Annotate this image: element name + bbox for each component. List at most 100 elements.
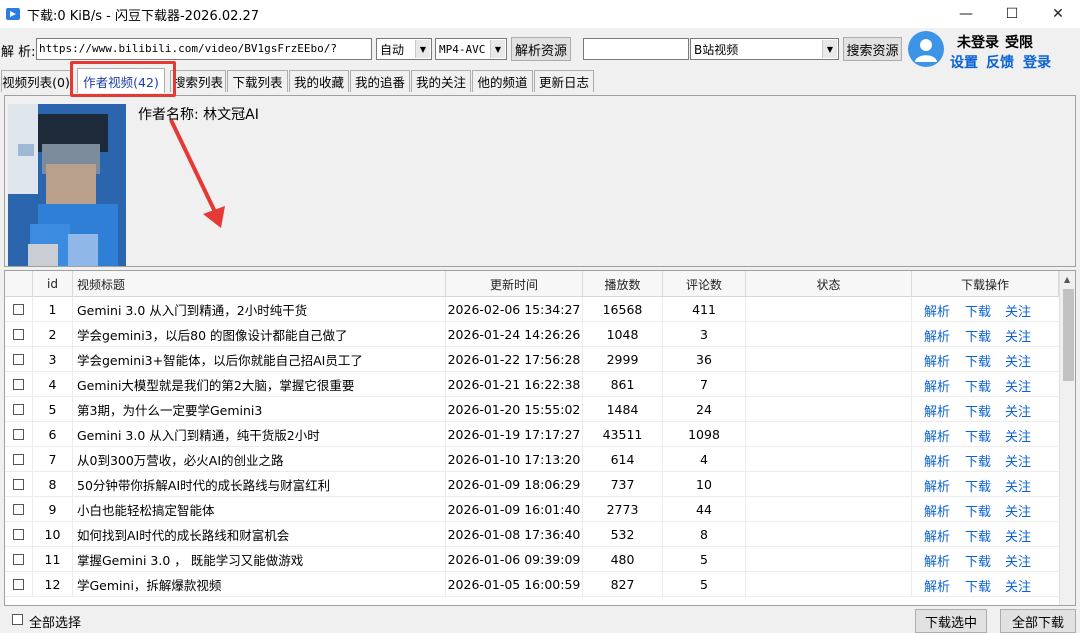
follow-link[interactable]: 关注 xyxy=(1005,451,1031,470)
download-all-button[interactable]: 全部下载 xyxy=(1000,609,1076,633)
tab-changelog[interactable]: 更新日志 xyxy=(534,70,594,92)
table-row[interactable]: 5 第3期，为什么一定要学Gemini3 2026-01-20 15:55:02 14… xyxy=(5,397,1059,422)
site-select[interactable]: B站视频 ▼ xyxy=(690,38,839,60)
follow-link[interactable]: 关注 xyxy=(1005,401,1031,420)
parse-link[interactable]: 解析 xyxy=(924,501,950,520)
tab-my-following[interactable]: 我的关注 xyxy=(411,70,471,92)
parse-link[interactable]: 解析 xyxy=(924,426,950,445)
row-checkbox[interactable] xyxy=(13,504,24,515)
download-link[interactable]: 下载 xyxy=(965,376,991,395)
download-link[interactable]: 下载 xyxy=(965,501,991,520)
row-checkbox[interactable] xyxy=(13,404,24,415)
parse-link[interactable]: 解析 xyxy=(924,351,950,370)
parse-link[interactable]: 解析 xyxy=(924,326,950,345)
row-checkbox[interactable] xyxy=(13,329,24,340)
row-checkbox[interactable] xyxy=(13,379,24,390)
download-link[interactable]: 下载 xyxy=(965,526,991,545)
user-icon xyxy=(915,39,937,62)
header-status[interactable]: 状态 xyxy=(746,271,912,297)
parse-resource-button[interactable]: 解析资源 xyxy=(511,37,571,61)
parse-link[interactable]: 解析 xyxy=(924,376,950,395)
download-link[interactable]: 下载 xyxy=(965,301,991,320)
follow-link[interactable]: 关注 xyxy=(1005,301,1031,320)
follow-link[interactable]: 关注 xyxy=(1005,576,1031,595)
download-link[interactable]: 下载 xyxy=(965,326,991,345)
tab-search-list[interactable]: 搜索列表 xyxy=(170,70,226,92)
table-row[interactable]: 6 Gemini 3.0 从入门到精通，纯干货版2小时 2026-01-19 17:… xyxy=(5,422,1059,447)
row-checkbox[interactable] xyxy=(13,454,24,465)
parse-link[interactable]: 解析 xyxy=(924,301,950,320)
parse-link[interactable]: 解析 xyxy=(924,401,950,420)
select-all-checkbox[interactable] xyxy=(12,614,23,625)
table-row[interactable]: 3 学会gemini3+智能体，以后你就能自己招AI员工了 2026-01-22 1… xyxy=(5,347,1059,372)
search-input[interactable] xyxy=(583,38,689,60)
table-row[interactable]: 12 学Gemini，拆解爆款视频 2026-01-05 16:00:59 827 5 解… xyxy=(5,572,1059,597)
parse-link[interactable]: 解析 xyxy=(924,551,950,570)
tab-my-followed-anime[interactable]: 我的追番 xyxy=(350,70,410,92)
download-link[interactable]: 下载 xyxy=(965,576,991,595)
follow-link[interactable]: 关注 xyxy=(1005,476,1031,495)
download-link[interactable]: 下载 xyxy=(965,476,991,495)
parse-link[interactable]: 解析 xyxy=(924,576,950,595)
tab-his-channel[interactable]: 他的频道 xyxy=(472,70,533,92)
vertical-scrollbar[interactable]: ▲ xyxy=(1059,271,1075,605)
parse-link[interactable]: 解析 xyxy=(924,451,950,470)
download-link[interactable]: 下载 xyxy=(965,551,991,570)
row-checkbox[interactable] xyxy=(13,579,24,590)
quality-select[interactable]: 自动 ▼ xyxy=(376,38,432,60)
follow-link[interactable]: 关注 xyxy=(1005,426,1031,445)
parse-link[interactable]: 解析 xyxy=(924,526,950,545)
follow-link[interactable]: 关注 xyxy=(1005,501,1031,520)
minimize-button[interactable]: — xyxy=(943,0,989,28)
scroll-thumb[interactable] xyxy=(1063,289,1074,381)
format-select[interactable]: MP4-AVC ▼ xyxy=(435,38,507,60)
table-row[interactable]: 8 50分钟带你拆解AI时代的成长路线与财富红利 2026-01-09 18:06:… xyxy=(5,472,1059,497)
row-title: 学Gemini，拆解爆款视频 xyxy=(73,572,446,597)
scroll-up-icon[interactable]: ▲ xyxy=(1064,275,1070,284)
parse-link[interactable]: 解析 xyxy=(924,476,950,495)
row-checkbox[interactable] xyxy=(13,354,24,365)
row-checkbox[interactable] xyxy=(13,554,24,565)
avatar[interactable] xyxy=(908,31,944,67)
header-title[interactable]: 视频标题 xyxy=(73,271,446,297)
row-update-time: 2026-02-06 15:34:27 xyxy=(446,297,583,322)
table-row[interactable]: 9 小白也能轻松搞定智能体 2026-01-09 16:01:40 2773 44 解析下… xyxy=(5,497,1059,522)
settings-link[interactable]: 设置 xyxy=(950,52,978,72)
search-resource-button[interactable]: 搜索资源 xyxy=(843,37,902,61)
row-checkbox[interactable] xyxy=(13,529,24,540)
maximize-button[interactable]: ☐ xyxy=(989,0,1035,28)
table-row[interactable]: 4 Gemini大模型就是我们的第2大脑，掌握它很重要 2026-01-21 16:… xyxy=(5,372,1059,397)
header-plays[interactable]: 播放数 xyxy=(583,271,663,297)
tab-video-list[interactable]: 视频列表(0) xyxy=(1,70,71,92)
row-checkbox[interactable] xyxy=(13,479,24,490)
login-link[interactable]: 登录 xyxy=(1023,52,1051,72)
row-checkbox[interactable] xyxy=(13,304,24,315)
feedback-link[interactable]: 反馈 xyxy=(986,52,1014,72)
download-link[interactable]: 下载 xyxy=(965,426,991,445)
download-link[interactable]: 下载 xyxy=(965,451,991,470)
url-input[interactable]: https://www.bilibili.com/video/BV1gsFrzE… xyxy=(36,38,372,60)
tab-download-list[interactable]: 下载列表 xyxy=(227,70,288,92)
close-button[interactable]: ✕ xyxy=(1035,0,1080,28)
download-selected-button[interactable]: 下载选中 xyxy=(915,609,987,633)
tab-my-favorites[interactable]: 我的收藏 xyxy=(289,70,349,92)
table-row[interactable]: 1 Gemini 3.0 从入门到精通，2小时纯干货 2026-02-06 15:3… xyxy=(5,297,1059,322)
follow-link[interactable]: 关注 xyxy=(1005,326,1031,345)
table-row[interactable]: 10 如何找到AI时代的成长路线和财富机会 2026-01-08 17:36:40 5… xyxy=(5,522,1059,547)
follow-link[interactable]: 关注 xyxy=(1005,526,1031,545)
follow-link[interactable]: 关注 xyxy=(1005,351,1031,370)
row-checkbox[interactable] xyxy=(13,429,24,440)
table-row[interactable]: 11 掌握Gemini 3.0 ， 既能学习又能做游戏 2026-01-06 09:… xyxy=(5,547,1059,572)
header-comments[interactable]: 评论数 xyxy=(663,271,746,297)
row-status xyxy=(746,347,912,372)
title-bar: 下载:0 KiB/s - 闪豆下载器-2026.02.27 — ☐ ✕ xyxy=(0,0,1080,28)
table-row[interactable]: 7 从0到300万营收，必火AI的创业之路 2026-01-10 17:13:20 6… xyxy=(5,447,1059,472)
header-update-time[interactable]: 更新时间 xyxy=(446,271,583,297)
follow-link[interactable]: 关注 xyxy=(1005,376,1031,395)
download-link[interactable]: 下载 xyxy=(965,351,991,370)
download-link[interactable]: 下载 xyxy=(965,401,991,420)
login-status: 未登录 xyxy=(957,35,999,51)
table-row[interactable]: 2 学会gemini3，以后80 的图像设计都能自己做了 2026-01-24 14… xyxy=(5,322,1059,347)
follow-link[interactable]: 关注 xyxy=(1005,551,1031,570)
header-id[interactable]: id xyxy=(33,271,73,297)
